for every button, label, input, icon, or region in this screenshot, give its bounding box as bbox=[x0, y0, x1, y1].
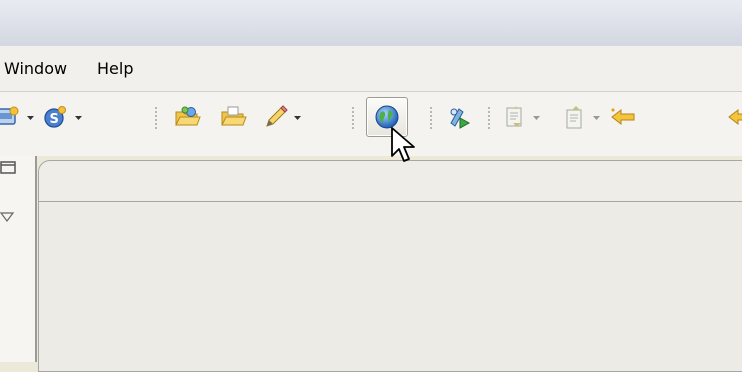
main-toolbar: S bbox=[0, 92, 742, 156]
view-menu-icon[interactable] bbox=[0, 210, 18, 226]
chevron-down-icon[interactable] bbox=[532, 115, 541, 121]
last-edit-icon[interactable] bbox=[608, 102, 638, 132]
chevron-down-icon[interactable] bbox=[74, 115, 83, 121]
toolbar-separator bbox=[488, 106, 490, 130]
title-bar bbox=[0, 0, 742, 47]
menu-window[interactable]: Window bbox=[4, 59, 67, 78]
chevron-down-icon[interactable] bbox=[592, 115, 601, 121]
restore-icon[interactable] bbox=[0, 160, 18, 176]
menu-bar: Window Help bbox=[0, 46, 742, 92]
toolbar-separator bbox=[155, 106, 157, 130]
edit-pencil-icon[interactable] bbox=[261, 102, 291, 132]
chevron-down-icon[interactable] bbox=[26, 115, 35, 121]
open-project-icon[interactable] bbox=[172, 102, 202, 132]
chevron-down-icon[interactable] bbox=[293, 115, 302, 121]
editor-area bbox=[38, 160, 742, 372]
svg-text:S: S bbox=[50, 112, 59, 127]
left-view-panel bbox=[0, 156, 37, 362]
menu-help[interactable]: Help bbox=[97, 59, 133, 78]
toolbar-separator bbox=[430, 106, 432, 130]
new-service-icon[interactable]: S bbox=[40, 102, 70, 132]
run-deploy-icon[interactable] bbox=[444, 102, 474, 132]
open-folder-icon[interactable] bbox=[218, 102, 248, 132]
previous-annotation-icon[interactable] bbox=[560, 102, 590, 132]
next-annotation-icon[interactable] bbox=[500, 102, 530, 132]
back-icon[interactable] bbox=[724, 102, 742, 132]
mouse-pointer-icon bbox=[391, 127, 415, 162]
toolbar-separator bbox=[352, 106, 354, 130]
new-wizard-icon[interactable] bbox=[0, 102, 22, 132]
